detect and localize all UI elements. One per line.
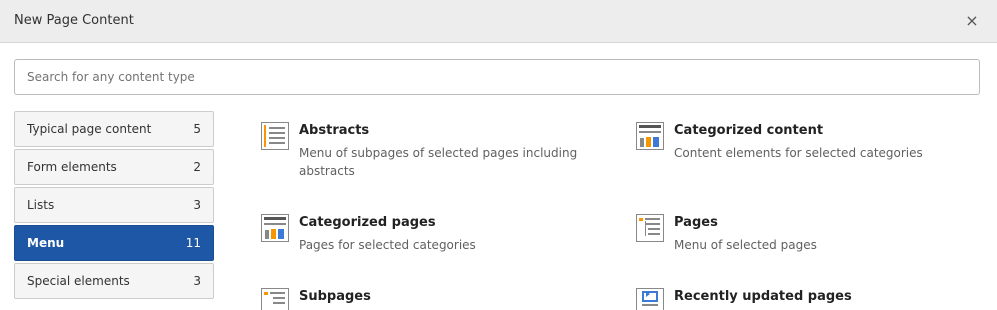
content-type-title: Subpages xyxy=(299,289,371,304)
menu-pages-icon xyxy=(636,214,664,242)
category-typical-page-content[interactable]: Typical page content 5 xyxy=(14,111,214,147)
content-type-description: Content elements for selected categories xyxy=(674,146,923,160)
category-count: 3 xyxy=(193,198,201,212)
content-type-title: Categorized content xyxy=(674,123,824,138)
category-label: Special elements xyxy=(27,274,130,288)
category-label: Form elements xyxy=(27,160,117,174)
category-sidebar: Typical page content 5 Form elements 2 L… xyxy=(14,111,214,301)
modal-title: New Page Content xyxy=(14,13,134,28)
category-count: 5 xyxy=(193,122,201,136)
menu-categorized-pages-icon xyxy=(261,214,289,242)
category-count: 3 xyxy=(193,274,201,288)
category-lists[interactable]: Lists 3 xyxy=(14,187,214,223)
modal-header: New Page Content × xyxy=(0,0,997,43)
menu-categorized-content-icon xyxy=(636,122,664,150)
content-type-title: Categorized pages xyxy=(299,215,436,230)
category-form-elements[interactable]: Form elements 2 xyxy=(14,149,214,185)
category-label: Typical page content xyxy=(27,122,152,136)
category-count: 2 xyxy=(193,160,201,174)
category-menu[interactable]: Menu 11 xyxy=(14,225,214,261)
menu-abstract-icon xyxy=(261,122,289,150)
category-label: Lists xyxy=(27,198,55,212)
search-input[interactable] xyxy=(14,59,980,95)
menu-subpages-icon xyxy=(261,288,289,310)
category-special-elements[interactable]: Special elements 3 xyxy=(14,263,214,299)
menu-recently-updated-icon xyxy=(636,288,664,310)
category-count: 11 xyxy=(185,236,201,250)
content-type-description: Pages for selected categories xyxy=(299,238,476,252)
content-type-title: Pages xyxy=(674,215,718,230)
content-type-description: Menu of subpages of selected pages inclu… xyxy=(299,146,578,178)
content-type-title: Abstracts xyxy=(299,123,370,138)
content-type-title: Recently updated pages xyxy=(674,289,852,304)
content-type-description: Menu of selected pages xyxy=(674,238,817,252)
close-button[interactable]: × xyxy=(963,12,981,30)
category-label: Menu xyxy=(27,236,65,250)
